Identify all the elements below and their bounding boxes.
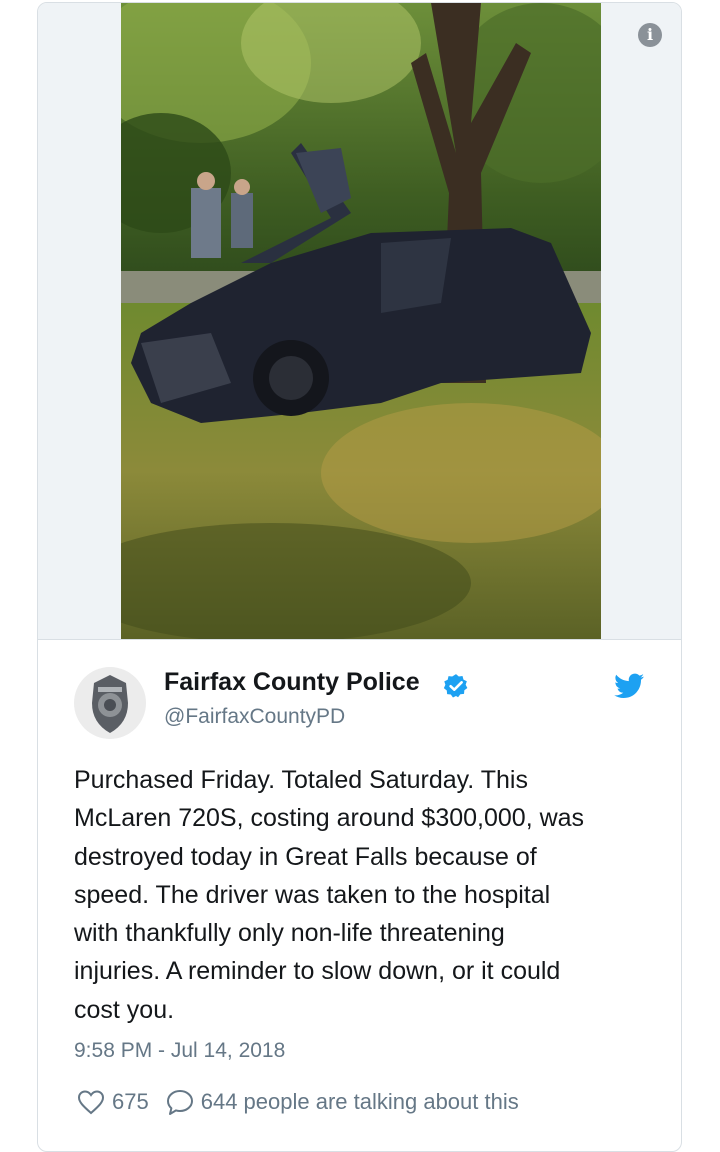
tweet-text-line: cost you.: [74, 995, 175, 1024]
tweet-text-line: McLaren 720S, costing around $300,000, w…: [74, 804, 585, 833]
author-name[interactable]: Fairfax County Police: [164, 668, 420, 697]
tweet-text: Purchased Friday. Totaled Saturday. This…: [74, 761, 659, 1029]
verified-badge-icon: [443, 674, 468, 698]
media-container: i: [38, 3, 681, 640]
like-count[interactable]: 675: [112, 1089, 149, 1115]
tweet-text-line: speed. The driver was taken to the hospi…: [74, 880, 551, 909]
tweet-text-line: destroyed today in Great Falls because o…: [74, 842, 537, 871]
tweet-text-line: Purchased Friday. Totaled Saturday. This: [74, 766, 528, 794]
crash-photo[interactable]: [121, 3, 601, 639]
heart-icon[interactable]: [76, 1087, 106, 1117]
twitter-bird-icon[interactable]: [614, 673, 644, 699]
info-icon[interactable]: i: [638, 23, 662, 47]
author-handle[interactable]: @FairfaxCountyPD: [164, 705, 345, 729]
tweet-text-line: with thankfully only non-life threatenin…: [74, 919, 505, 948]
tweet-actions: 675 644 people are talking about this: [76, 1087, 519, 1117]
tweet-timestamp[interactable]: 9:58 PM - Jul 14, 2018: [74, 1039, 285, 1063]
talking-count[interactable]: 644 people are talking about this: [201, 1089, 519, 1115]
comment-bubble-icon[interactable]: [165, 1087, 195, 1117]
avatar[interactable]: [74, 667, 146, 739]
tweet-text-line: injuries. A reminder to slow down, or it…: [74, 957, 561, 986]
tweet-card[interactable]: i Fairfax County Police @FairfaxCountyPD…: [37, 2, 682, 1152]
